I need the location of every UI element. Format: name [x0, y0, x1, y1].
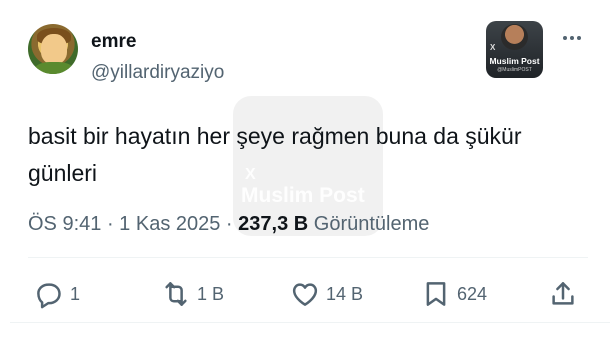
- reply-button[interactable]: 1: [34, 276, 80, 312]
- tweet-time[interactable]: ÖS 9:41: [28, 213, 101, 235]
- retweet-icon: [165, 282, 187, 306]
- badge-brand: Muslim Post: [489, 56, 540, 66]
- like-count: 14 B: [326, 283, 364, 304]
- tweet-date[interactable]: 1 Kas 2025: [119, 213, 220, 235]
- author-handle[interactable]: @yillardiryaziyo: [91, 62, 224, 84]
- retweet-button[interactable]: 1 B: [161, 276, 224, 312]
- reply-icon: [37, 283, 61, 309]
- bookmark-button[interactable]: 624: [421, 276, 487, 312]
- source-badge: X Muslim Post @MuslimPOST: [486, 21, 543, 78]
- author-avatar[interactable]: [28, 24, 78, 74]
- tweet-text: basit bir hayatın her şeye rağmen buna d…: [28, 123, 522, 186]
- views-count[interactable]: 237,3 B: [238, 213, 308, 235]
- retweet-count: 1 B: [197, 283, 225, 304]
- heart-icon: [292, 283, 318, 306]
- share-icon: [552, 282, 574, 305]
- like-button[interactable]: 14 B: [290, 276, 363, 312]
- bottom-divider: [10, 322, 610, 323]
- author-display-name[interactable]: emre: [91, 31, 136, 53]
- bookmark-icon: [426, 282, 446, 306]
- tweet-card: emre @yillardiryaziyo X Muslim Post @Mus…: [0, 0, 613, 341]
- more-icon[interactable]: [557, 28, 587, 48]
- meta-separator: ·: [101, 213, 120, 235]
- divider: [28, 257, 588, 258]
- reply-count: 1: [70, 283, 81, 304]
- bookmark-count: 624: [457, 283, 488, 304]
- tweet-meta: ÖS 9:41 · 1 Kas 2025 · 237,3 B Görüntüle…: [28, 213, 429, 236]
- badge-subtitle: @MuslimPOST: [497, 67, 532, 73]
- meta-separator: ·: [220, 213, 239, 235]
- badge-photo: [501, 24, 528, 50]
- badge-x-mark: X: [490, 43, 496, 52]
- views-label: Görüntüleme: [308, 213, 430, 235]
- share-button[interactable]: [548, 276, 578, 312]
